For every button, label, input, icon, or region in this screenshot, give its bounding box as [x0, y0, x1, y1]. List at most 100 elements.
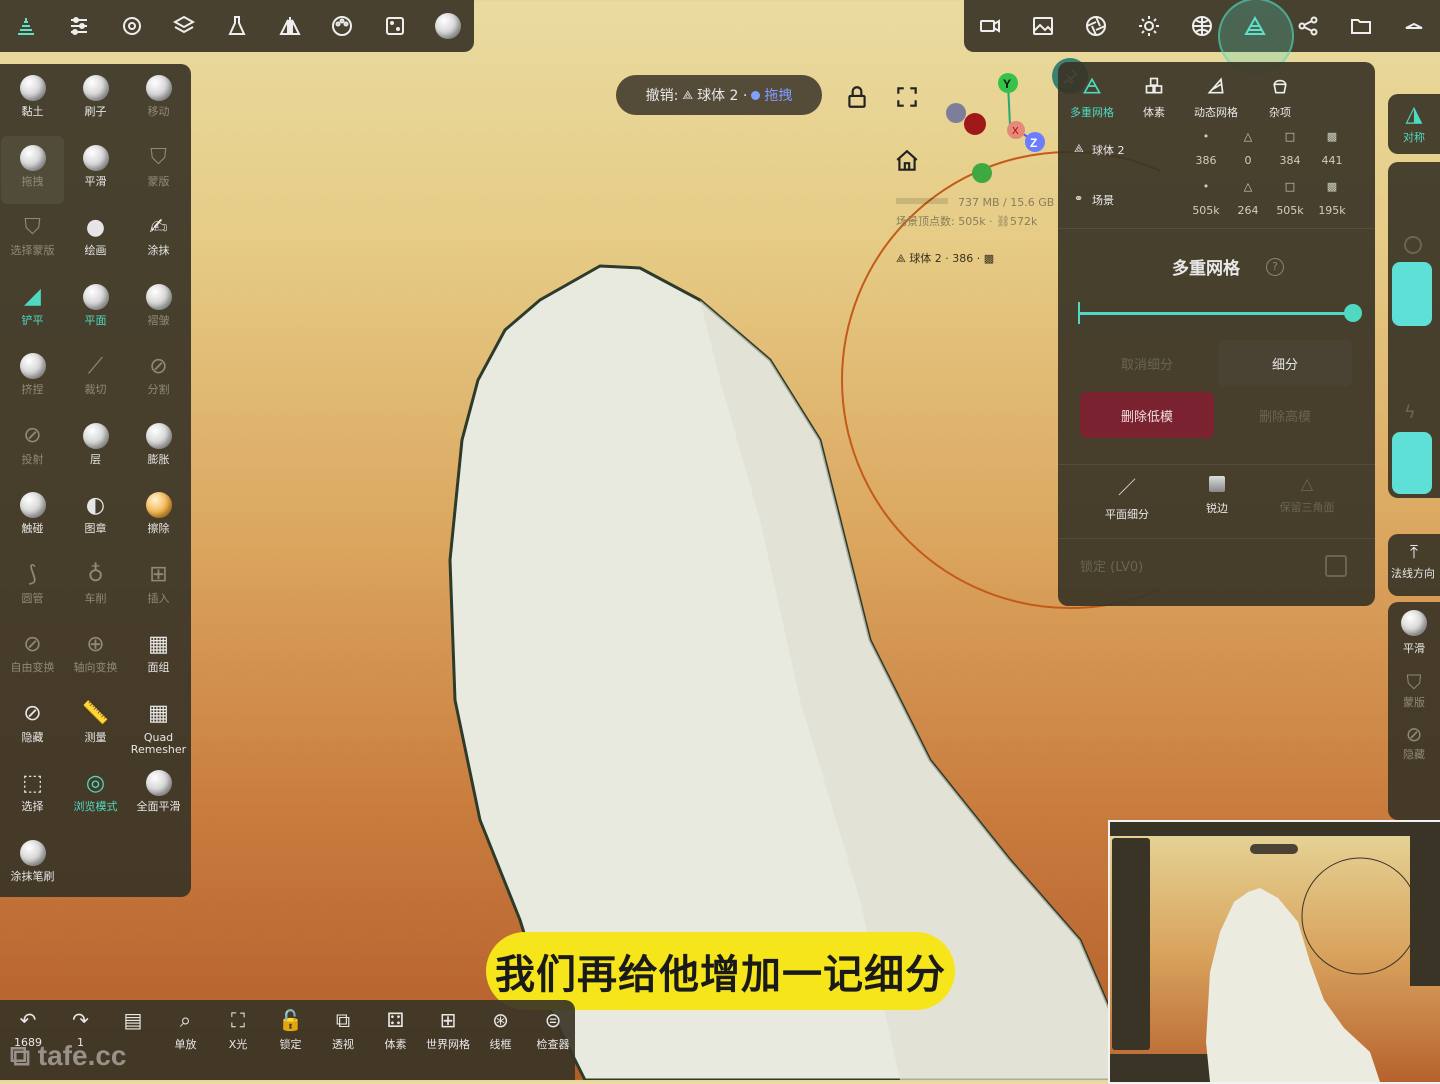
- tool-lathe[interactable]: ♁ 车削: [64, 553, 127, 621]
- mask-quick-button[interactable]: ⛉ 蒙版: [1388, 670, 1440, 710]
- normal-direction-button[interactable]: ⤒ 法线方向: [1388, 534, 1440, 596]
- tool-smudge[interactable]: ✍ 涂抹: [127, 205, 190, 273]
- bottom-voxel-button[interactable]: ⚃ 体素: [370, 1008, 422, 1052]
- tool-quad-remesher[interactable]: ▦ Quad Remesher: [127, 692, 190, 760]
- dice-icon: [386, 17, 405, 35]
- files-button[interactable]: [1334, 0, 1387, 52]
- tab-dynamesh[interactable]: 动态网格: [1184, 74, 1248, 120]
- tool-erase[interactable]: 擦除: [127, 483, 190, 551]
- palette-button[interactable]: [316, 0, 369, 52]
- tab-voxel[interactable]: 体素: [1122, 74, 1186, 120]
- bottom-xray-button[interactable]: ⛶ X光: [212, 1008, 264, 1052]
- quad-icon: □: [1284, 180, 1296, 193]
- tool-global-smooth[interactable]: 全面平滑: [127, 761, 190, 829]
- radius-circle-icon[interactable]: [1404, 236, 1422, 254]
- layers-button[interactable]: [158, 0, 211, 52]
- tool-project[interactable]: ⊘ 投射: [1, 414, 64, 482]
- tool-select[interactable]: ⬚ 选择: [1, 761, 64, 829]
- tab-misc[interactable]: 杂项: [1248, 74, 1312, 120]
- tool-trim[interactable]: ⟋ 裁切: [64, 344, 127, 412]
- tool-plane[interactable]: 平面: [64, 275, 127, 343]
- smooth-quick-button[interactable]: 平滑: [1388, 610, 1440, 656]
- tool-nudge[interactable]: 触碰: [1, 483, 64, 551]
- keep-triangles-toggle[interactable]: △ 保留三角面: [1272, 474, 1342, 515]
- intensity-icon[interactable]: ϟ: [1404, 402, 1416, 423]
- flask-button[interactable]: [211, 0, 264, 52]
- symmetry-button[interactable]: [263, 0, 316, 52]
- fullscreen-icon[interactable]: [894, 84, 920, 110]
- home-icon[interactable]: [894, 148, 920, 174]
- gear-icon: [122, 17, 141, 35]
- linear-subdivision-toggle[interactable]: ／ 平面细分: [1092, 474, 1162, 522]
- tool-tube[interactable]: ⟆ 圆管: [1, 553, 64, 621]
- symmetry-button[interactable]: ◮ 对称: [1388, 94, 1440, 154]
- slider-handle[interactable]: [1344, 304, 1362, 322]
- scene-tab-button[interactable]: [0, 0, 53, 52]
- intensity-slider[interactable]: [1392, 432, 1432, 494]
- settings-sliders-button[interactable]: [53, 0, 106, 52]
- tool-smear-brush[interactable]: 涂抹笔刷: [1, 831, 64, 899]
- help-icon[interactable]: ?: [1266, 258, 1284, 276]
- reverse-subdivide-button[interactable]: 取消细分: [1080, 340, 1214, 386]
- hide-quick-button[interactable]: ⊘ 隐藏: [1388, 722, 1440, 762]
- tool-split[interactable]: ⊘ 分割: [127, 344, 190, 412]
- project-icon: ⊘: [23, 423, 42, 448]
- tool-brush[interactable]: 刷子: [64, 66, 127, 134]
- delete-lower-button[interactable]: 删除低模: [1080, 392, 1214, 438]
- bottom-zoom-button[interactable]: ⌕ 单放: [160, 1008, 212, 1052]
- tool-layer[interactable]: 层: [64, 414, 127, 482]
- brush-sphere-icon: [82, 283, 109, 310]
- delete-higher-button[interactable]: 删除高模: [1218, 392, 1352, 438]
- tool-select-mask[interactable]: ⛉ 选择蒙版: [1, 205, 64, 273]
- settings-button[interactable]: [105, 0, 158, 52]
- aperture-button[interactable]: [1070, 0, 1123, 52]
- tool-axis-transform[interactable]: ⊕ 轴向变换: [64, 622, 127, 690]
- tool-transform[interactable]: ⊘ 自由变换: [1, 622, 64, 690]
- scene-verts-label: 场景顶点数: 505k ·: [896, 215, 997, 228]
- erase-icon: [145, 491, 173, 519]
- bottom-document-button[interactable]: ▤: [107, 1008, 159, 1036]
- tool-view-mode[interactable]: ◎ 浏览模式: [64, 761, 127, 829]
- bottom-world-grid-button[interactable]: ⊞ 世界网格: [422, 1008, 474, 1052]
- multires-tab-button[interactable]: [1218, 0, 1295, 74]
- tool-stamp[interactable]: ◐ 图章: [64, 483, 127, 551]
- tool-face-group[interactable]: ▦ 面组: [127, 622, 190, 690]
- random-button[interactable]: [369, 0, 422, 52]
- bottom-inspector-button[interactable]: ⊜ 检查器: [527, 1008, 579, 1052]
- tab-multires[interactable]: 多重网格: [1060, 74, 1124, 120]
- tool-move[interactable]: 移动: [127, 66, 190, 134]
- undo-notification[interactable]: 撤销: ⟁ 球体 2 · 拖拽: [616, 75, 822, 115]
- sharp-edges-toggle[interactable]: 锐边: [1182, 474, 1252, 516]
- lock-level-checkbox[interactable]: [1325, 555, 1347, 577]
- bottom-lock-button[interactable]: 🔓 锁定: [265, 1008, 317, 1052]
- subdivide-button[interactable]: 细分: [1218, 340, 1352, 386]
- bottom-perspective-button[interactable]: ⧉ 透视: [317, 1008, 369, 1052]
- tool-mask[interactable]: ⛉ 蒙版: [127, 136, 190, 204]
- tool-label: 移动: [147, 105, 170, 118]
- tool-smooth[interactable]: 平滑: [64, 136, 127, 204]
- tool-measure[interactable]: 📏 测量: [64, 692, 127, 760]
- material-button[interactable]: [421, 0, 474, 52]
- menu-dropdown-button[interactable]: [1387, 0, 1440, 52]
- orientation-gizmo[interactable]: Y Z X: [940, 70, 1050, 190]
- tool-crease[interactable]: 褶皱: [127, 275, 190, 343]
- memory-label: 737 MB / 15.6 GB: [958, 196, 1055, 209]
- subdivision-slider[interactable]: [1078, 300, 1362, 326]
- tool-pinch[interactable]: 挤捏: [1, 344, 64, 412]
- scene-stats-row[interactable]: ⚭ 场景 • △ □ ▩ 505k 264 505k 195k: [1058, 178, 1375, 226]
- tool-inflate[interactable]: 膨胀: [127, 414, 190, 482]
- image-button[interactable]: [1017, 0, 1070, 52]
- tool-clay[interactable]: 黏土: [1, 66, 64, 134]
- face-group-icon: ▦: [148, 631, 169, 657]
- tool-hide[interactable]: ⊘ 隐藏: [1, 692, 64, 760]
- tool-paint[interactable]: ● 绘画: [64, 205, 127, 273]
- lighting-button[interactable]: [1123, 0, 1176, 52]
- tool-drag[interactable]: 拖拽: [1, 135, 64, 204]
- radius-slider[interactable]: [1392, 262, 1432, 326]
- object-stats-row[interactable]: ⟁ 球体 2 • △ □ ▩ 386 0 384 441: [1058, 128, 1375, 176]
- camera-button[interactable]: [964, 0, 1017, 52]
- tool-insert[interactable]: ⊞ 插入: [127, 553, 190, 621]
- tool-flatten[interactable]: ◢ 铲平: [1, 275, 64, 343]
- bottom-wireframe-button[interactable]: ⊛ 线框: [475, 1008, 527, 1052]
- lock-view-icon[interactable]: [844, 84, 870, 110]
